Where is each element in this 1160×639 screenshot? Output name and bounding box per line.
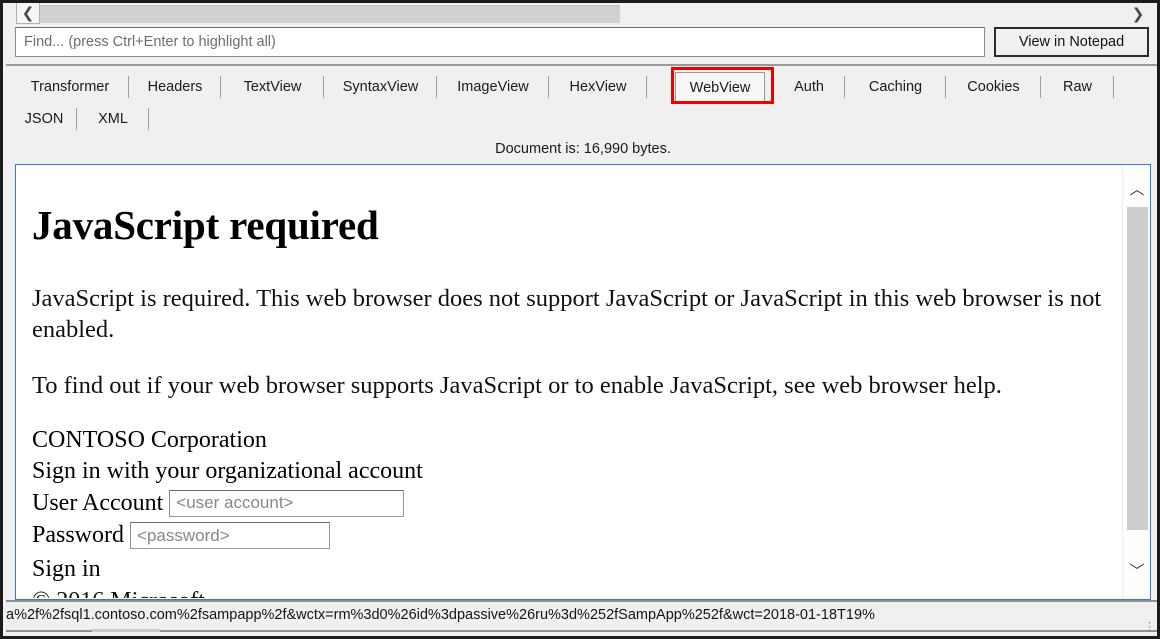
status-bar-marker [92, 629, 160, 632]
tab-hexview[interactable]: HexView [549, 72, 647, 102]
tab-label: Cookies [967, 79, 1020, 95]
tab-label: JSON [24, 111, 64, 127]
paragraph-find-out: To find out if your web browser supports… [32, 371, 1002, 399]
tab-auth[interactable]: Auth [773, 72, 845, 102]
fiddler-inspector-window: ❮ ❯ Find... (press Ctrl+Enter to highlig… [0, 0, 1160, 639]
tab-transformer[interactable]: Transformer [11, 72, 129, 102]
view-in-notepad-button[interactable]: View in Notepad [994, 27, 1149, 57]
tab-json[interactable]: JSON [11, 104, 77, 134]
tab-label: SyntaxView [342, 79, 419, 95]
status-bar-rule [6, 630, 1157, 632]
tab-separator [646, 76, 647, 98]
password-input[interactable]: <password> [130, 522, 331, 550]
password-label: Password [32, 522, 125, 549]
tab-webview[interactable]: WebView [675, 72, 765, 102]
chevron-up-icon[interactable]: ︿ [1123, 173, 1150, 203]
tab-xml[interactable]: XML [77, 104, 149, 134]
tab-label: WebView [689, 79, 751, 96]
tab-cookies[interactable]: Cookies [946, 72, 1041, 102]
tab-label: TextView [243, 79, 302, 95]
vertical-scrollbar[interactable]: ︿ ﹀ [1122, 165, 1150, 599]
user-account-input[interactable]: <user account> [169, 489, 405, 517]
tab-label: Transformer [30, 79, 110, 95]
top-nav-row: ❮ ❯ [6, 3, 1157, 24]
tab-label: XML [98, 111, 128, 127]
paragraph-javascript-required: JavaScript is required. This web browser… [32, 285, 1102, 344]
rendered-page: JavaScript required JavaScript is requir… [16, 165, 1122, 599]
tab-separator [1113, 76, 1114, 98]
tab-label: ImageView [457, 79, 529, 95]
signin-prompt-label: Sign in with your organizational account [32, 457, 423, 484]
document-size-label: Document is: 16,990 bytes. [6, 136, 1157, 162]
splitter-strip-remainder [620, 5, 1090, 22]
tab-label: HexView [569, 79, 627, 95]
copyright-label: © 2016 Microsoft [32, 586, 1122, 598]
page-heading: JavaScript required [32, 202, 379, 248]
signin-form-block: CONTOSO Corporation Sign in with your or… [32, 425, 1122, 598]
tab-headers[interactable]: Headers [129, 72, 221, 102]
chevron-right-icon[interactable]: ❯ [1126, 3, 1150, 24]
tab-syntaxview[interactable]: SyntaxView [324, 72, 437, 102]
tab-label: Headers [147, 79, 203, 95]
webview-pane: JavaScript required JavaScript is requir… [15, 164, 1151, 600]
chevron-down-icon[interactable]: ﹀ [1123, 555, 1150, 585]
user-account-row: User Account <user account> [32, 488, 1122, 518]
password-row: Password <password> [32, 520, 1122, 550]
tab-separator [148, 108, 149, 130]
tab-textview[interactable]: TextView [221, 72, 324, 102]
tab-caching[interactable]: Caching [845, 72, 946, 102]
tab-label: Raw [1062, 79, 1092, 95]
tab-label: Auth [794, 79, 824, 95]
org-name-label: CONTOSO Corporation [32, 427, 267, 454]
signin-link[interactable]: Sign in [32, 554, 1122, 584]
status-bar: a%2f%2fsql1.contoso.com%2fsampapp%2f&wct… [6, 600, 1157, 636]
scrollbar-thumb[interactable] [1127, 207, 1148, 530]
tab-raw[interactable]: Raw [1041, 72, 1114, 102]
tab-label: Caching [868, 79, 923, 95]
status-url-text: a%2f%2fsql1.contoso.com%2fsampapp%2f&wct… [6, 607, 875, 623]
user-account-label: User Account [32, 490, 164, 517]
find-bar: Find... (press Ctrl+Enter to highlight a… [6, 24, 1157, 62]
inspector-tabstrip: Transformer Headers TextView SyntaxView … [6, 64, 1157, 138]
resize-grip-icon[interactable]: ⋮ [1144, 622, 1156, 634]
chevron-left-icon[interactable]: ❮ [16, 3, 40, 24]
splitter-strip [40, 5, 620, 23]
find-input[interactable]: Find... (press Ctrl+Enter to highlight a… [15, 27, 985, 57]
tab-imageview[interactable]: ImageView [437, 72, 549, 102]
